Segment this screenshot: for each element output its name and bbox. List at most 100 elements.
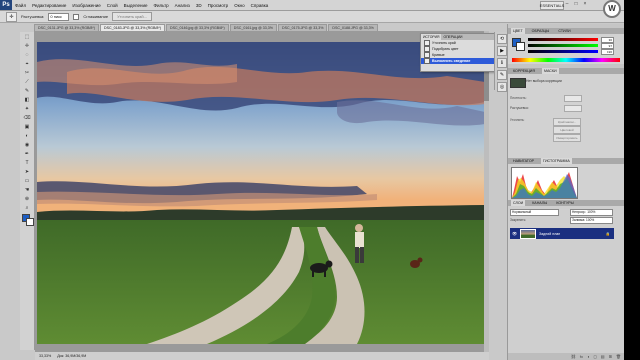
menu-bar: Ps Файл Редактирование Изображение Слой …: [0, 0, 624, 11]
link-layers-icon[interactable]: ⛓: [571, 353, 576, 360]
color-panel-tabs: ЦВЕТ ОБРАЗЦЫ СТИЛИ: [508, 28, 624, 34]
menu-layer[interactable]: Слой: [104, 3, 121, 8]
color-range-button[interactable]: Цветовой диапазон...: [553, 126, 581, 138]
trash-icon[interactable]: 🗑: [616, 353, 621, 360]
mask-edge-button[interactable]: Край маски...: [553, 118, 581, 126]
blend-mode-select[interactable]: Нормальный: [510, 209, 559, 216]
maximize-button[interactable]: □: [573, 1, 579, 7]
tab-styles[interactable]: СТИЛИ: [556, 28, 572, 34]
status-bar: 33,33% Док: 36,9М/36,9М: [35, 352, 489, 360]
tab-actions[interactable]: ОПЕРАЦИИ: [441, 34, 464, 40]
invert-button[interactable]: Инвертировать: [553, 134, 581, 142]
zoom-level[interactable]: 33,33%: [39, 352, 51, 360]
eyedropper-tool-icon[interactable]: ⟋: [22, 78, 32, 86]
lasso-tool-icon[interactable]: ◌: [22, 51, 32, 59]
tab-channels[interactable]: КАНАЛЫ: [530, 200, 549, 206]
toolbox: ⬚ ✛ ◌ ⌖ ✂ ⟋ ✎ ◧ ✦ ⌫ ▣ ◐ ◉ ✒ T ➤ ▭ ☚ ⊕ ⌕: [20, 32, 35, 350]
antialias-checkbox[interactable]: [73, 13, 80, 20]
dodge-tool-icon[interactable]: ◉: [22, 141, 32, 149]
clone-source-icon[interactable]: ◎: [497, 82, 507, 92]
histogram-graph: [511, 167, 578, 199]
menu-image[interactable]: Изображение: [69, 3, 103, 8]
pen-tool-icon[interactable]: ✒: [22, 150, 32, 158]
path-select-tool-icon[interactable]: ➤: [22, 168, 32, 176]
marquee-tool-icon[interactable]: ⬚: [22, 33, 32, 41]
rotate-view-tool-icon[interactable]: ⊕: [22, 195, 32, 203]
green-slider[interactable]: [528, 44, 598, 47]
menu-view[interactable]: Просмотр: [205, 3, 232, 8]
layers-panel-tabs: СЛОИ КАНАЛЫ КОНТУРЫ: [508, 200, 624, 206]
layer-style-icon[interactable]: fx: [580, 353, 583, 360]
history-item-selected[interactable]: Выполнить сведение: [421, 58, 494, 64]
hand-tool-icon[interactable]: ☚: [22, 186, 32, 194]
info-panel-icon[interactable]: ℹ: [497, 58, 507, 68]
tab-color[interactable]: ЦВЕТ: [511, 28, 525, 34]
layer-row-background[interactable]: 👁 Задний план 🔒: [510, 228, 614, 239]
current-tool-icon[interactable]: ✛: [6, 11, 17, 22]
crop-tool-icon[interactable]: ✂: [22, 69, 32, 77]
menu-help[interactable]: Справка: [248, 3, 272, 8]
document-size: Док: 36,9М/36,9М: [57, 354, 87, 358]
shape-tool-icon[interactable]: ▭: [22, 177, 32, 185]
history-brush-tool-icon[interactable]: ✦: [22, 105, 32, 113]
minimize-button[interactable]: –: [564, 1, 570, 7]
eye-icon[interactable]: 👁: [512, 231, 517, 236]
history-panel-icon[interactable]: ⟲: [497, 34, 507, 44]
zoom-tool-icon[interactable]: ⌕: [22, 204, 32, 212]
feather-field[interactable]: [564, 105, 582, 112]
opacity-field[interactable]: Непрозр.: 100%: [570, 209, 613, 216]
density-field[interactable]: [564, 95, 582, 102]
type-tool-icon[interactable]: T: [22, 159, 32, 167]
eraser-tool-icon[interactable]: ⌫: [22, 114, 32, 122]
menu-window[interactable]: Окно: [231, 3, 247, 8]
refine-edge-button[interactable]: Уточнить край...: [112, 12, 153, 21]
menu-edit[interactable]: Редактирование: [29, 3, 69, 8]
tab-navigator[interactable]: НАВИГАТОР: [511, 158, 536, 164]
new-layer-icon[interactable]: ⊞: [609, 353, 612, 360]
menu-analysis[interactable]: Анализ: [172, 3, 193, 8]
stamp-tool-icon[interactable]: ◧: [22, 96, 32, 104]
options-bar: ✛ Растушевка: 0 пикс Сглаживание Уточнит…: [0, 11, 624, 23]
actions-panel-icon[interactable]: ▶: [497, 46, 507, 56]
refine-label: Уточнить:: [510, 118, 525, 122]
color-background-swatch[interactable]: [516, 42, 525, 51]
blue-value[interactable]: 196: [601, 49, 614, 55]
document-canvas-area: [35, 31, 489, 352]
window-controls: – □ ×: [564, 1, 588, 7]
photoshop-window: Ps Файл Редактирование Изображение Слой …: [0, 0, 624, 360]
menu-select[interactable]: Выделение: [121, 3, 151, 8]
add-mask-icon[interactable]: ◻: [593, 353, 596, 360]
mask-thumbnail: [510, 78, 526, 88]
adjustment-layer-icon[interactable]: ◑: [587, 353, 589, 360]
brush-tool-icon[interactable]: ✎: [22, 87, 32, 95]
tab-masks[interactable]: МАСКИ: [541, 68, 559, 74]
color-ramp[interactable]: [512, 58, 620, 62]
menu-file[interactable]: Файл: [12, 3, 29, 8]
vertical-scrollbar[interactable]: [484, 31, 489, 352]
gradient-tool-icon[interactable]: ▣: [22, 123, 32, 131]
tab-swatches[interactable]: ОБРАЗЦЫ: [530, 28, 552, 34]
workspace-switcher[interactable]: ESSENTIALS: [540, 1, 564, 10]
menu-filter[interactable]: Фильтр: [151, 3, 172, 8]
brush-panel-icon[interactable]: ✎: [497, 70, 507, 80]
red-slider[interactable]: [528, 38, 598, 41]
close-button[interactable]: ×: [582, 1, 588, 7]
new-group-icon[interactable]: ▤: [601, 353, 605, 360]
menu-3d[interactable]: 3D: [193, 3, 205, 8]
blur-tool-icon[interactable]: ◐: [22, 132, 32, 140]
feather-input[interactable]: 0 пикс: [48, 12, 70, 21]
adjustments-panel-tabs: КОРРЕКЦИЯ МАСКИ: [508, 68, 624, 74]
blue-slider[interactable]: [528, 50, 598, 53]
background-color-swatch[interactable]: [26, 218, 34, 226]
quick-select-tool-icon[interactable]: ⌖: [22, 60, 32, 68]
tab-paths[interactable]: КОНТУРЫ: [554, 200, 576, 206]
tab-layers[interactable]: СЛОИ: [511, 200, 526, 206]
tab-adjustments[interactable]: КОРРЕКЦИЯ: [511, 68, 537, 74]
photo-canvas[interactable]: [37, 42, 485, 344]
move-tool-icon[interactable]: ✛: [22, 42, 32, 50]
feather-label-mask: Растушевка:: [510, 106, 529, 110]
color-swatches[interactable]: [22, 214, 34, 226]
tab-histogram[interactable]: ГИСТОГРАММА: [541, 158, 572, 164]
history-step-icon: [424, 58, 430, 64]
fill-field[interactable]: Заливка: 100%: [570, 217, 613, 224]
